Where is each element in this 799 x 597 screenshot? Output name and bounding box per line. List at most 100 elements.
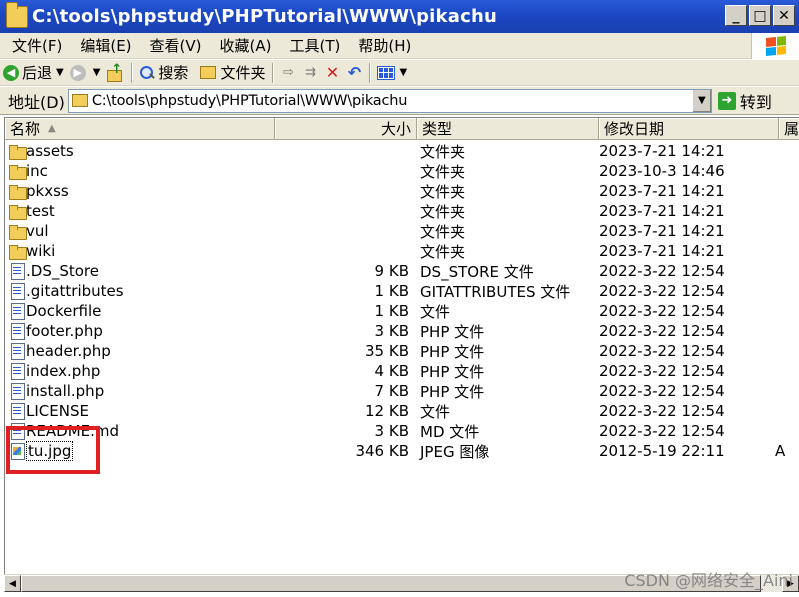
move-to-icon[interactable]: ⇨ (280, 65, 296, 81)
address-path[interactable]: C:\tools\phpstudy\PHPTutorial\WWW\pikach… (92, 93, 408, 109)
window-title: C:\tools\phpstudy\PHPTutorial\WWW\pikach… (32, 6, 497, 27)
file-date: 2023-7-21 14:21 (599, 142, 725, 160)
windows-logo-icon (751, 33, 799, 59)
file-date: 2022-3-22 12:54 (599, 402, 725, 420)
file-icon (9, 423, 25, 440)
chevron-down-icon[interactable]: ▼ (56, 67, 64, 78)
menu-tools[interactable]: 工具(T) (281, 35, 348, 56)
scroll-left-icon[interactable]: ◀ (4, 575, 21, 592)
file-type: PHP 文件 (420, 362, 485, 381)
file-type: 文件夹 (420, 182, 466, 201)
folder-icon (9, 203, 27, 220)
list-item[interactable]: LICENSE 12 KB 文件 2022-3-22 12:54 (5, 401, 799, 421)
address-bar: 地址(D) C:\tools\phpstudy\PHPTutorial\WWW\… (0, 87, 799, 115)
folders-button[interactable]: 文件夹 (197, 61, 268, 85)
list-item[interactable]: pkxss 文件夹 2023-7-21 14:21 (5, 181, 799, 201)
sort-up-icon: ▲ (48, 123, 56, 134)
chevron-down-icon[interactable]: ▼ (691, 89, 711, 112)
file-icon (9, 303, 25, 320)
close-button[interactable]: ✕ (773, 5, 795, 26)
list-item[interactable]: install.php 7 KB PHP 文件 2022-3-22 12:54 (5, 381, 799, 401)
file-name: pkxss (26, 182, 69, 200)
back-button[interactable]: ◀ 后退 ▼ (0, 61, 67, 85)
file-date: 2022-3-22 12:54 (599, 262, 725, 280)
folder-up-icon (106, 62, 123, 82)
file-name: install.php (26, 382, 105, 400)
file-date: 2022-3-22 12:54 (599, 422, 725, 440)
menu-favorites[interactable]: 收藏(A) (212, 35, 280, 56)
list-item[interactable]: test 文件夹 2023-7-21 14:21 (5, 201, 799, 221)
list-item[interactable]: footer.php 3 KB PHP 文件 2022-3-22 12:54 (5, 321, 799, 341)
menu-file[interactable]: 文件(F) (4, 35, 70, 56)
folder-icon (9, 163, 27, 180)
folder-icon (9, 183, 27, 200)
file-date: 2022-3-22 12:54 (599, 342, 725, 360)
column-attributes[interactable]: 属 (779, 118, 799, 140)
file-name: .DS_Store (26, 262, 99, 280)
list-item[interactable]: wiki 文件夹 2023-7-21 14:21 (5, 241, 799, 261)
address-label: 地址(D) (8, 92, 65, 112)
list-item[interactable]: header.php 35 KB PHP 文件 2022-3-22 12:54 (5, 341, 799, 361)
search-label: 搜索 (158, 64, 189, 82)
minimize-button[interactable]: _ (725, 5, 747, 26)
list-item[interactable]: assets 文件夹 2023-7-21 14:21 (5, 141, 799, 161)
search-button[interactable]: 搜索 (136, 61, 191, 85)
list-item[interactable]: README.md 3 KB MD 文件 2022-3-22 12:54 (5, 421, 799, 441)
file-type: 文件 (420, 302, 451, 321)
list-item[interactable]: index.php 4 KB PHP 文件 2022-3-22 12:54 (5, 361, 799, 381)
menu-edit[interactable]: 编辑(E) (72, 35, 139, 56)
file-icon (9, 283, 25, 300)
file-name: vul (26, 222, 49, 240)
address-input[interactable]: C:\tools\phpstudy\PHPTutorial\WWW\pikach… (67, 88, 712, 113)
folder-icon (200, 66, 217, 79)
chevron-down-icon[interactable]: ▼ (399, 67, 407, 78)
column-name-label: 名称 (10, 120, 41, 138)
file-name: LICENSE (26, 402, 89, 420)
file-type: 文件 (420, 402, 451, 421)
file-size: 3 KB (374, 322, 409, 340)
delete-icon[interactable]: ✕ (324, 63, 340, 82)
list-item[interactable]: .gitattributes 1 KB GITATTRIBUTES 文件 202… (5, 281, 799, 301)
file-type: GITATTRIBUTES 文件 (420, 282, 571, 301)
toolbar-separator (369, 62, 371, 83)
column-type[interactable]: 类型 (417, 118, 599, 140)
maximize-button[interactable]: □ (749, 5, 771, 26)
go-button[interactable]: ➜ 转到 (717, 89, 772, 113)
file-name: test (26, 202, 55, 220)
file-name: assets (26, 142, 74, 160)
up-button[interactable] (103, 61, 127, 85)
file-size: 346 KB (355, 442, 409, 460)
column-name[interactable]: 名称 ▲ (5, 118, 275, 140)
chevron-down-icon[interactable]: ▼ (93, 67, 101, 78)
forward-button[interactable]: ▶ ▼ (67, 61, 104, 85)
list-item-selected[interactable]: tu.jpg 346 KB JPEG 图像 2012-5-19 22:11 A (5, 441, 799, 461)
list-item[interactable]: .DS_Store 9 KB DS_STORE 文件 2022-3-22 12:… (5, 261, 799, 281)
file-name: README.md (26, 422, 120, 440)
menu-view[interactable]: 查看(V) (142, 35, 210, 56)
file-name: header.php (26, 342, 111, 360)
file-name: .gitattributes (26, 282, 124, 300)
list-item[interactable]: Dockerfile 1 KB 文件 2022-3-22 12:54 (5, 301, 799, 321)
file-icon (9, 263, 25, 280)
back-label: 后退 (22, 64, 53, 82)
copy-to-icon[interactable]: ⇉ (302, 65, 318, 81)
file-name: inc (26, 162, 48, 180)
file-name: wiki (26, 242, 56, 260)
file-type: 文件夹 (420, 242, 466, 261)
go-arrow-icon: ➜ (717, 91, 736, 110)
list-item[interactable]: vul 文件夹 2023-7-21 14:21 (5, 221, 799, 241)
menu-help[interactable]: 帮助(H) (350, 35, 419, 56)
toolbar: ◀ 后退 ▼ ▶ ▼ 搜索 文件夹 ⇨ ⇉ ✕ ↶ ▼ (0, 60, 799, 86)
undo-icon[interactable]: ↶ (346, 63, 362, 82)
column-size[interactable]: 大小 (275, 118, 417, 140)
views-button[interactable]: ▼ (374, 61, 410, 85)
file-type: 文件夹 (420, 162, 466, 181)
window-controls: _ □ ✕ (725, 5, 795, 26)
file-size: 12 KB (365, 402, 409, 420)
file-size: 4 KB (374, 362, 409, 380)
list-item[interactable]: inc 文件夹 2023-10-3 14:46 (5, 161, 799, 181)
file-date: 2022-3-22 12:54 (599, 362, 725, 380)
column-date[interactable]: 修改日期 (599, 118, 779, 140)
image-file-icon (9, 443, 25, 460)
file-type: 文件夹 (420, 142, 466, 161)
